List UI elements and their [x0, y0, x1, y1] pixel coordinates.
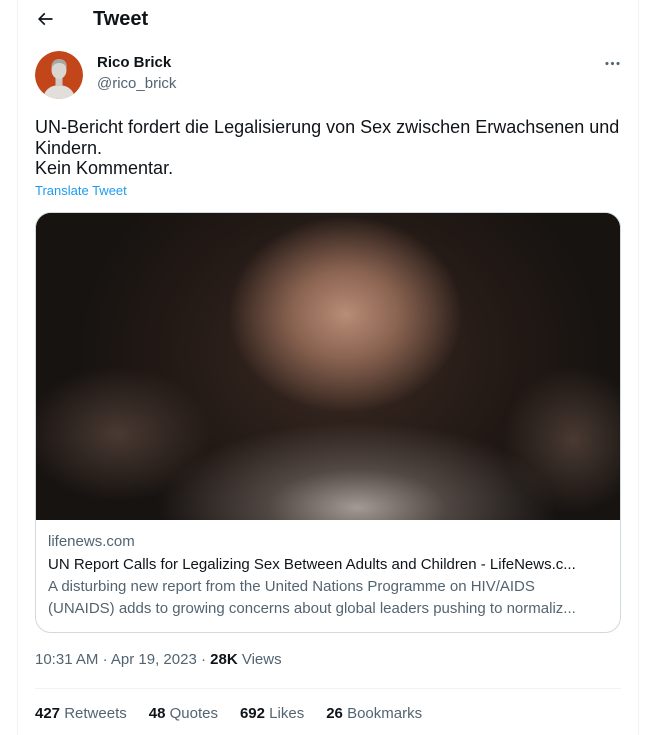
- translate-tweet-link[interactable]: Translate Tweet: [35, 183, 127, 199]
- likes-stat[interactable]: 692 Likes: [240, 704, 304, 724]
- author-name[interactable]: Rico Brick: [97, 53, 171, 73]
- more-horizontal-icon: [605, 61, 620, 66]
- tweet-time: 10:31 AM: [35, 651, 99, 668]
- arrow-left-icon: [37, 12, 53, 26]
- stat-label: Quotes: [169, 705, 218, 722]
- views-label: Views: [241, 651, 282, 668]
- divider: [35, 688, 621, 689]
- link-card[interactable]: lifenews.com UN Report Calls for Legaliz…: [35, 212, 621, 633]
- link-card-description-line: (UNAIDS) adds to growing concerns about …: [48, 600, 576, 617]
- link-card-domain: lifenews.com: [48, 533, 135, 550]
- bookmarks-stat[interactable]: 26 Bookmarks: [326, 704, 422, 724]
- stat-count: 26: [326, 705, 343, 722]
- stat-count: 692: [239, 705, 265, 722]
- tweet-date: Apr 19, 2023: [110, 651, 197, 668]
- stat-count: 48: [148, 705, 166, 722]
- tweet-timestamp[interactable]: 10:31 AM · Apr 19, 2023: [35, 651, 197, 668]
- link-card-body: lifenews.com UN Report Calls for Legaliz…: [36, 520, 620, 632]
- more-options-button[interactable]: [603, 54, 622, 73]
- author-handle[interactable]: @rico_brick: [97, 74, 176, 94]
- meta-separator: ·: [200, 651, 206, 668]
- link-card-description-line: A disturbing new report from the United …: [48, 578, 535, 595]
- avatar[interactable]: [35, 51, 83, 99]
- tweet-meta: 10:31 AM · Apr 19, 2023 · 28K Views: [35, 650, 282, 670]
- engagement-stats: 427 Retweets 48 Quotes 692 Likes 26 Book…: [35, 704, 444, 724]
- stat-label: Bookmarks: [347, 705, 423, 722]
- views-count: 28K: [210, 651, 238, 668]
- tweet-text: UN-Bericht fordert die Legalisierung von…: [35, 117, 620, 178]
- stat-label: Likes: [269, 705, 305, 722]
- stat-count: 427: [35, 705, 61, 722]
- stat-label: Retweets: [64, 705, 127, 722]
- back-button[interactable]: [35, 9, 55, 29]
- link-card-image: [36, 213, 620, 520]
- quotes-stat[interactable]: 48 Quotes: [149, 704, 218, 724]
- meta-separator: ·: [102, 651, 108, 668]
- link-card-title: UN Report Calls for Legalizing Sex Betwe…: [48, 556, 576, 573]
- avatar-image: [35, 51, 83, 99]
- page-title: Tweet: [93, 8, 149, 30]
- retweets-stat[interactable]: 427 Retweets: [35, 704, 127, 724]
